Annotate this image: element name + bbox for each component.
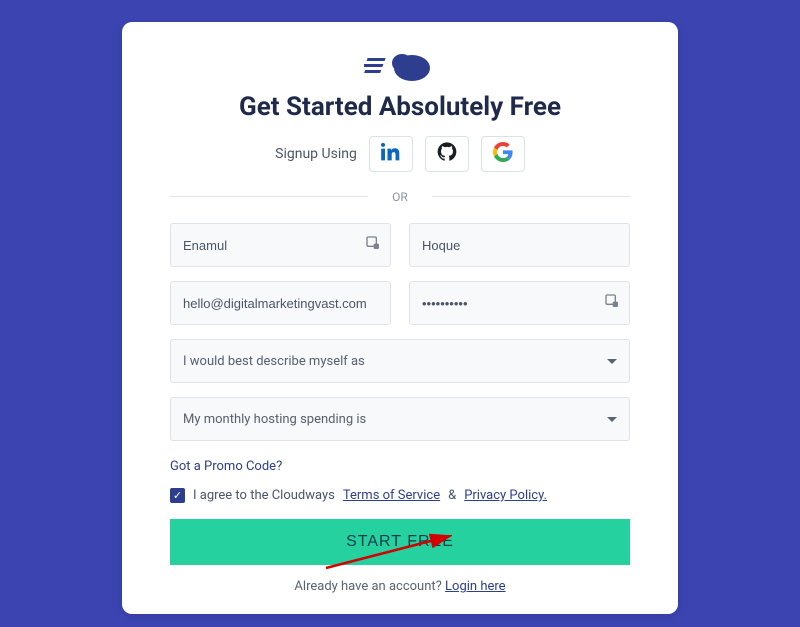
google-button[interactable] bbox=[481, 136, 525, 172]
describe-select-label: I would best describe myself as bbox=[183, 354, 365, 369]
linkedin-button[interactable] bbox=[369, 136, 413, 172]
page-title: Get Started Absolutely Free bbox=[170, 92, 630, 122]
email-field bbox=[170, 281, 391, 325]
divider-text: OR bbox=[382, 190, 418, 204]
google-icon bbox=[493, 142, 513, 166]
describe-select-row: I would best describe myself as bbox=[170, 339, 630, 383]
ampersand: & bbox=[448, 488, 456, 503]
login-prefix: Already have an account? bbox=[294, 579, 441, 594]
spending-select[interactable]: My monthly hosting spending is bbox=[170, 397, 630, 441]
password-field bbox=[409, 281, 630, 325]
first-name-field bbox=[170, 223, 391, 267]
describe-select[interactable]: I would best describe myself as bbox=[170, 339, 630, 383]
spending-select-label: My monthly hosting spending is bbox=[183, 412, 366, 427]
agree-checkbox[interactable]: ✓ bbox=[170, 488, 185, 503]
email-input[interactable] bbox=[170, 281, 391, 325]
social-label: Signup Using bbox=[275, 146, 357, 162]
check-icon: ✓ bbox=[173, 490, 182, 501]
signup-card: Get Started Absolutely Free Signup Using… bbox=[122, 22, 678, 614]
or-divider: OR bbox=[170, 186, 630, 205]
agree-row: ✓ I agree to the Cloudways Terms of Serv… bbox=[170, 488, 630, 503]
chevron-down-icon bbox=[607, 359, 617, 364]
agree-prefix: I agree to the Cloudways bbox=[193, 488, 335, 503]
social-signup-row: Signup Using bbox=[170, 136, 630, 172]
last-name-input[interactable] bbox=[409, 223, 630, 267]
name-row bbox=[170, 223, 630, 267]
github-icon bbox=[437, 142, 457, 166]
linkedin-icon bbox=[381, 142, 401, 166]
privacy-link[interactable]: Privacy Policy. bbox=[464, 488, 547, 503]
start-free-button[interactable]: START FREE bbox=[170, 519, 630, 565]
password-input[interactable] bbox=[409, 281, 630, 325]
first-name-input[interactable] bbox=[170, 223, 391, 267]
github-button[interactable] bbox=[425, 136, 469, 172]
chevron-down-icon bbox=[607, 417, 617, 422]
cloud-logo-icon bbox=[364, 46, 436, 84]
last-name-field bbox=[409, 223, 630, 267]
login-row: Already have an account? Login here bbox=[170, 579, 630, 594]
promo-code-link[interactable]: Got a Promo Code? bbox=[170, 459, 282, 474]
logo-wrap bbox=[170, 46, 630, 84]
spending-select-row: My monthly hosting spending is bbox=[170, 397, 630, 441]
login-link[interactable]: Login here bbox=[445, 579, 506, 594]
credentials-row bbox=[170, 281, 630, 325]
terms-link[interactable]: Terms of Service bbox=[343, 488, 440, 503]
